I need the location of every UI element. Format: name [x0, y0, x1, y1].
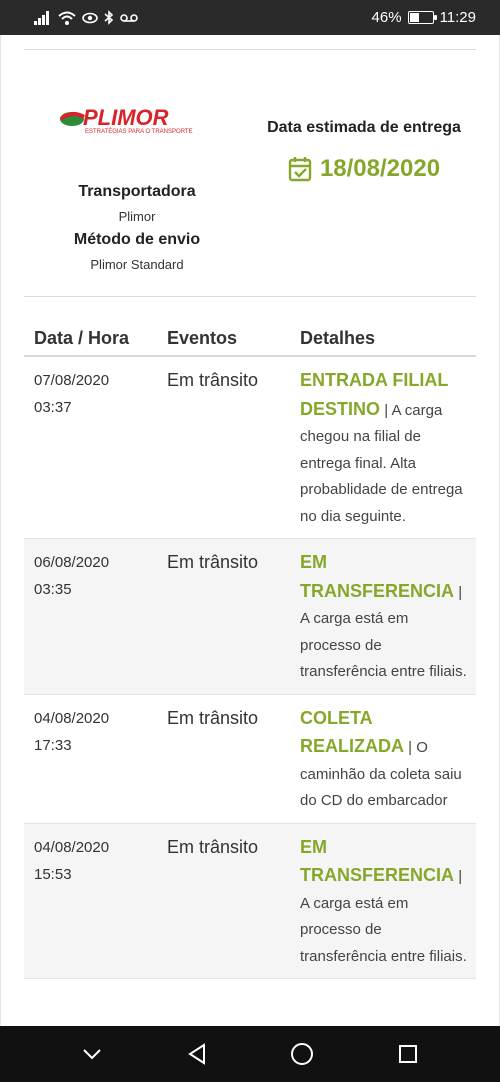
row-status: Em trânsito: [167, 836, 259, 857]
estimate-title: Data estimada de entrega: [267, 119, 461, 136]
clock: 11:29: [439, 9, 476, 26]
row-detail: A carga chegou na filial de entrega fina…: [300, 401, 463, 525]
row-separator: |: [458, 583, 463, 601]
row-separator: |: [458, 868, 463, 885]
table-header: Data / Hora Eventos Detalhes: [24, 319, 476, 357]
carrier-info: PLIMOR ESTRATÉGIAS PARA O TRANSPORTE Tra…: [24, 95, 250, 272]
carrier-label: Transportadora: [78, 183, 196, 200]
row-time: 03:37: [34, 399, 72, 416]
back-icon[interactable]: [186, 1042, 208, 1066]
delivery-estimate: Data estimada de entrega 18/08/2020: [252, 119, 476, 183]
row-detail: A carga está em processo de transferênci…: [300, 894, 467, 965]
header-date: Data / Hora: [34, 328, 130, 348]
svg-text:ESTRATÉGIAS PARA O TRANSPORTE: ESTRATÉGIAS PARA O TRANSPORTE: [85, 128, 193, 135]
row-details: ENTRADA FILIAL DESTINO | A carga chegou …: [300, 367, 476, 530]
svg-text:PLIMOR: PLIMOR: [83, 105, 169, 130]
header-events: Eventos: [167, 328, 238, 348]
row-event: EM TRANSFERENCIA: [300, 836, 455, 886]
signal-icon: [34, 10, 49, 25]
row-datetime: 06/08/2020 03:35: [24, 549, 167, 686]
chevron-down-icon[interactable]: [81, 1047, 103, 1061]
row-event: COLETA REALIZADA: [300, 707, 404, 757]
recent-apps-icon[interactable]: [397, 1043, 419, 1065]
table-row: 04/08/2020 17:33 Em trânsito COLETA REAL…: [24, 695, 476, 824]
plimor-logo: PLIMOR ESTRATÉGIAS PARA O TRANSPORTE: [59, 105, 193, 135]
carrier-value: Plimor: [118, 209, 156, 224]
row-details: COLETA REALIZADA | O caminhão da coleta …: [300, 705, 476, 815]
wifi-icon: [58, 11, 76, 25]
row-detail: A carga está em processo de transferênci…: [300, 610, 467, 680]
row-date: 07/08/2020: [34, 372, 110, 389]
method-label: Método de envio: [73, 231, 201, 248]
row-datetime: 07/08/2020 03:37: [24, 367, 167, 530]
estimate-date-row: 18/08/2020: [252, 155, 476, 183]
row-date: 04/08/2020: [34, 709, 110, 727]
home-icon[interactable]: [290, 1042, 314, 1066]
row-date: 04/08/2020: [34, 838, 110, 856]
battery-icon: [407, 11, 437, 24]
row-date: 06/08/2020: [34, 554, 110, 571]
method-value: Plimor Standard: [90, 257, 184, 272]
row-time: 17:33: [34, 736, 72, 754]
row-time: 15:53: [34, 865, 72, 883]
tracking-table: Data / Hora Eventos Detalhes 07/08/2020 …: [24, 319, 476, 979]
row-time: 03:35: [34, 581, 72, 598]
battery-percent: 46%: [371, 9, 402, 26]
bluetooth-icon: [104, 10, 114, 25]
divider: [24, 49, 476, 50]
estimate-date: 18/08/2020: [319, 155, 441, 182]
status-bar: 46% 11:29: [0, 0, 500, 35]
page-content: PLIMOR ESTRATÉGIAS PARA O TRANSPORTE Tra…: [0, 35, 500, 1026]
table-row: 06/08/2020 03:35 Em trânsito EM TRANSFER…: [24, 539, 476, 695]
row-status: Em trânsito: [167, 552, 259, 572]
eye-icon: [82, 12, 98, 23]
row-status: Em trânsito: [167, 707, 259, 728]
row-datetime: 04/08/2020 15:53: [24, 834, 167, 971]
navigation-bar: [0, 1026, 500, 1082]
status-icons: [34, 10, 138, 25]
calendar-check-icon: [288, 157, 312, 182]
status-right: 46% 11:29: [372, 9, 476, 26]
row-separator: |: [408, 739, 413, 756]
row-details: EM TRANSFERENCIA | A carga está em proce…: [300, 834, 476, 971]
row-event: EM TRANSFERENCIA: [300, 552, 455, 601]
divider: [24, 296, 476, 297]
row-status: Em trânsito: [167, 370, 259, 390]
voicemail-icon: [120, 13, 138, 22]
row-details: EM TRANSFERENCIA | A carga está em proce…: [300, 549, 476, 686]
header-details: Detalhes: [300, 328, 376, 348]
row-separator: |: [384, 401, 389, 419]
row-datetime: 04/08/2020 17:33: [24, 705, 167, 815]
table-row: 04/08/2020 15:53 Em trânsito EM TRANSFER…: [24, 823, 476, 979]
table-row: 07/08/2020 03:37 Em trânsito ENTRADA FIL…: [24, 357, 476, 539]
